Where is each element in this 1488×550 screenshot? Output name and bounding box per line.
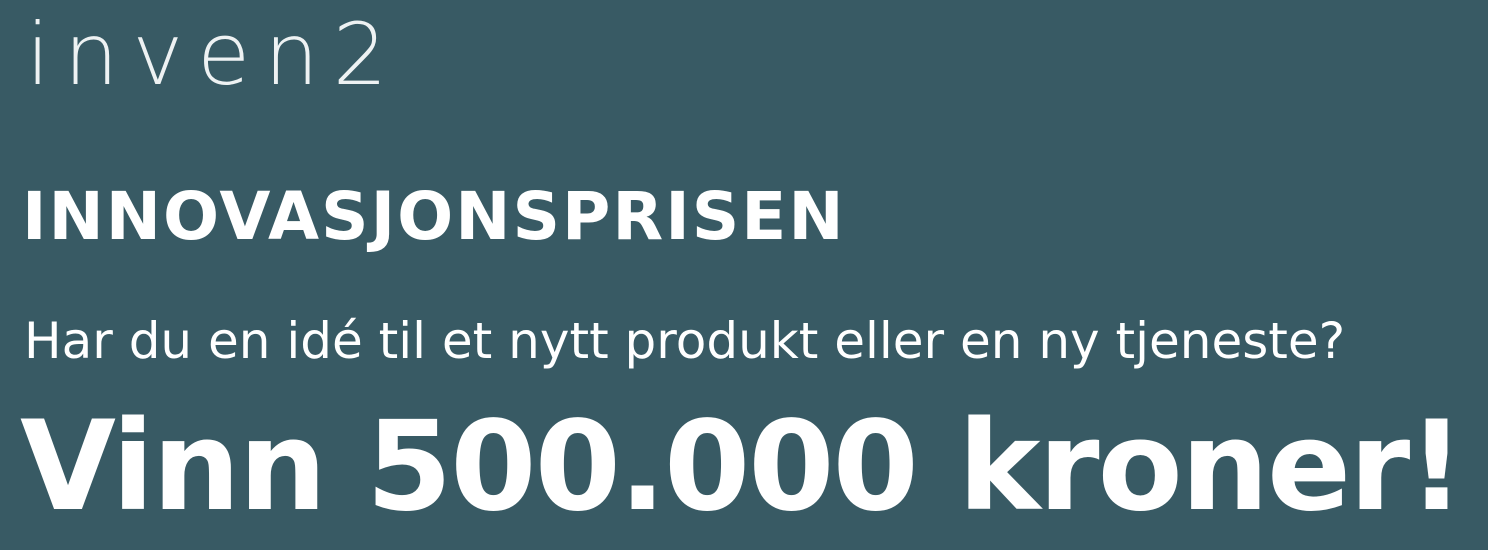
banner: { "brand": { "logo_text": "inven2" }, "b… <box>0 0 1488 550</box>
award-heading: INNOVASJONSPRISEN <box>22 178 846 255</box>
inven2-logo: inven2 <box>26 5 402 105</box>
idea-question: Har du en idé til et nytt produkt eller … <box>24 312 1346 370</box>
prize-headline: Vinn 500.000 kroner! <box>20 395 1465 539</box>
